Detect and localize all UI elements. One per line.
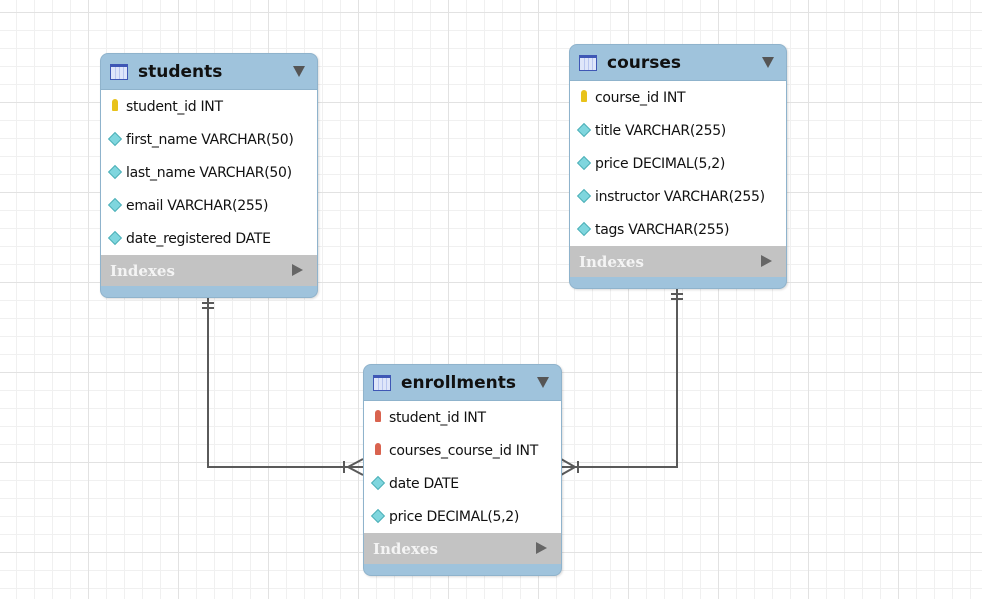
column-row[interactable]: date DATE (364, 467, 561, 500)
expand-arrow-icon[interactable] (536, 542, 547, 554)
column-icon (576, 188, 592, 205)
table-title: courses (607, 52, 682, 73)
column-row[interactable]: tags VARCHAR(255) (570, 213, 786, 246)
column-row[interactable]: email VARCHAR(255) (101, 189, 317, 222)
column-label: date_registered DATE (126, 230, 271, 247)
column-label: tags VARCHAR(255) (595, 221, 730, 238)
column-label: student_id INT (389, 409, 486, 426)
table-icon (373, 374, 391, 391)
column-icon (107, 131, 123, 148)
expand-arrow-icon[interactable] (761, 255, 772, 267)
column-icon (576, 122, 592, 139)
table-students[interactable]: students student_id INT first_name VARCHA… (100, 53, 318, 298)
table-title: enrollments (401, 372, 516, 393)
column-label: title VARCHAR(255) (595, 122, 726, 139)
table-header[interactable]: enrollments (364, 365, 561, 400)
collapse-arrow-icon[interactable] (293, 66, 305, 77)
column-icon (370, 508, 386, 525)
table-header[interactable]: students (101, 54, 317, 89)
table-courses[interactable]: courses course_id INT title VARCHAR(255) p… (569, 44, 787, 289)
table-icon (579, 54, 597, 71)
column-icon (107, 164, 123, 181)
relationship-courses-enrollments[interactable] (561, 287, 678, 468)
column-row[interactable]: title VARCHAR(255) (570, 114, 786, 147)
column-label: price DECIMAL(5,2) (595, 155, 726, 172)
indexes-label: Indexes (373, 539, 438, 558)
column-label: price DECIMAL(5,2) (389, 508, 520, 525)
table-enrollments[interactable]: enrollments student_id INT courses_course… (363, 364, 562, 576)
column-row[interactable]: course_id INT (570, 81, 786, 114)
indexes-section[interactable]: Indexes (101, 255, 317, 286)
column-row[interactable]: first_name VARCHAR(50) (101, 123, 317, 156)
column-icon (107, 197, 123, 214)
column-icon (576, 155, 592, 172)
column-icon (107, 230, 123, 247)
expand-arrow-icon[interactable] (292, 264, 303, 276)
table-icon (110, 63, 128, 80)
table-header[interactable]: courses (570, 45, 786, 80)
indexes-label: Indexes (579, 252, 644, 271)
foreign-key-icon (371, 442, 385, 459)
column-label: first_name VARCHAR(50) (126, 131, 294, 148)
collapse-arrow-icon[interactable] (537, 377, 549, 388)
column-label: email VARCHAR(255) (126, 197, 269, 214)
column-icon (576, 221, 592, 238)
column-label: student_id INT (126, 98, 223, 115)
column-row[interactable]: last_name VARCHAR(50) (101, 156, 317, 189)
table-title: students (138, 61, 223, 82)
primary-key-icon (577, 89, 591, 106)
column-row[interactable]: price DECIMAL(5,2) (570, 147, 786, 180)
primary-key-icon (108, 98, 122, 115)
column-label: courses_course_id INT (389, 442, 538, 459)
collapse-arrow-icon[interactable] (762, 57, 774, 68)
indexes-label: Indexes (110, 261, 175, 280)
column-row[interactable]: instructor VARCHAR(255) (570, 180, 786, 213)
column-row[interactable]: date_registered DATE (101, 222, 317, 255)
indexes-section[interactable]: Indexes (570, 246, 786, 277)
column-label: last_name VARCHAR(50) (126, 164, 292, 181)
column-row[interactable]: price DECIMAL(5,2) (364, 500, 561, 533)
column-row[interactable]: student_id INT (101, 90, 317, 123)
foreign-key-icon (371, 409, 385, 426)
relationship-students-enrollments[interactable] (207, 296, 363, 468)
column-label: instructor VARCHAR(255) (595, 188, 765, 205)
column-label: date DATE (389, 475, 459, 492)
indexes-section[interactable]: Indexes (364, 533, 561, 564)
column-icon (370, 475, 386, 492)
column-row[interactable]: courses_course_id INT (364, 434, 561, 467)
column-label: course_id INT (595, 89, 686, 106)
column-row[interactable]: student_id INT (364, 401, 561, 434)
